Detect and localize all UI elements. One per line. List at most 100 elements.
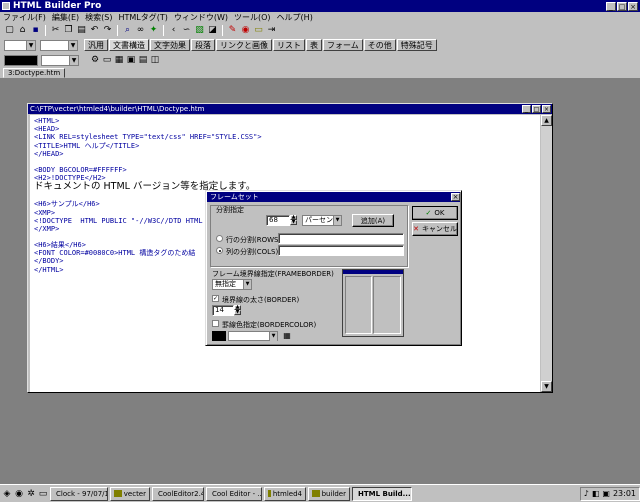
paste-icon[interactable]: ▤: [76, 25, 87, 36]
taskbar-button[interactable]: htmled4: [264, 486, 306, 501]
menu-item[interactable]: ファイル(F): [3, 12, 46, 23]
minimize-button[interactable]: _: [606, 1, 616, 11]
exit-icon[interactable]: ⇥: [266, 25, 277, 36]
format-tab[interactable]: リスト: [273, 39, 305, 51]
taskbar-button[interactable]: HTML Build...: [352, 486, 412, 501]
copy-icon[interactable]: ❐: [63, 25, 74, 36]
frame-icon[interactable]: ▭: [102, 55, 112, 65]
dialog-close-button[interactable]: ×: [451, 193, 460, 201]
preview-title-bar: [343, 270, 403, 274]
bordercolor-checkbox[interactable]: [212, 320, 219, 327]
cols-input[interactable]: [278, 245, 404, 256]
menu-item[interactable]: ウィンドウ(W): [174, 12, 228, 23]
find-icon[interactable]: ⌕: [122, 25, 133, 36]
app-mini-icon: [114, 490, 122, 497]
chevron-down-icon: ▼: [69, 55, 78, 65]
menu-item[interactable]: ツール(O): [234, 12, 271, 23]
taskbar-button[interactable]: builder: [308, 486, 350, 501]
taskbar-button[interactable]: CoolEditor2.4: [152, 486, 204, 501]
border-checkbox[interactable]: ✓: [212, 295, 219, 302]
scroll-up-button[interactable]: ▲: [541, 115, 552, 126]
desktop-icon[interactable]: ▭: [38, 489, 48, 499]
vertical-scrollbar[interactable]: ▲ ▼: [541, 115, 552, 392]
paint-icon[interactable]: ✎: [227, 25, 238, 36]
cancel-button[interactable]: ✕ キャンセル: [412, 222, 458, 236]
redo-icon[interactable]: ↷: [102, 25, 113, 36]
font-size-combo[interactable]: ▼: [40, 39, 78, 51]
split-icon[interactable]: ◫: [150, 55, 160, 65]
doc-close-button[interactable]: ×: [542, 105, 551, 113]
menu-item[interactable]: 検索(S): [85, 12, 112, 23]
monitor-icon[interactable]: ▣: [602, 489, 610, 498]
taskbar-button[interactable]: Clock - 97/07/13: [50, 486, 108, 501]
settings-icon[interactable]: ✲: [26, 489, 36, 499]
check-icon: ✓: [425, 209, 432, 217]
color-swatch[interactable]: [4, 54, 38, 66]
border-color-swatch[interactable]: [212, 331, 226, 341]
save-icon[interactable]: ▪: [30, 25, 41, 36]
speaker-icon[interactable]: ♪: [584, 489, 589, 498]
doc-maximize-button[interactable]: □: [532, 105, 541, 113]
open-folder-icon[interactable]: ⌂: [17, 25, 28, 36]
main-toolbar: ▢ ⌂ ▪ ✂ ❐ ▤ ↶ ↷ ⌕ ∞ ✦ ‹ ∽ ▧ ◪ ✎ ◉ ▭ ⇥: [0, 23, 640, 37]
unit-dropdown[interactable]: パーセント ▼: [302, 215, 342, 226]
new-file-icon[interactable]: ▢: [4, 25, 15, 36]
globe-icon[interactable]: ◉: [14, 489, 24, 499]
link-icon[interactable]: ∽: [181, 25, 192, 36]
binoculars-icon[interactable]: ∞: [135, 25, 146, 36]
window-icon[interactable]: ▤: [138, 55, 148, 65]
split-value-input[interactable]: 68: [266, 215, 290, 226]
format-tab[interactable]: 汎用: [84, 39, 108, 51]
bordercolor-dropdown[interactable]: ▼: [228, 331, 278, 341]
cols-radio[interactable]: [216, 247, 223, 254]
network-icon[interactable]: ◧: [592, 489, 600, 498]
taskbar-button[interactable]: Cool Editor - ...: [206, 486, 262, 501]
add-button[interactable]: 追加(A): [352, 214, 394, 227]
format-tab[interactable]: その他: [363, 39, 396, 51]
table-icon[interactable]: ▦: [114, 55, 124, 65]
document-title-bar[interactable]: C:\FTP\vecter\htmled4\builder\HTML\Docty…: [28, 104, 552, 114]
format-tab[interactable]: 文字効果: [150, 39, 190, 51]
close-button[interactable]: ×: [628, 1, 638, 11]
rows-radio[interactable]: [216, 235, 223, 242]
taskbar-button[interactable]: vecter: [110, 486, 150, 501]
format-tab[interactable]: フォーム: [323, 39, 363, 51]
start-icon[interactable]: ◈: [2, 489, 12, 499]
palette-icon[interactable]: ▦: [282, 331, 292, 341]
format-tab[interactable]: 表: [306, 39, 322, 51]
html-icon[interactable]: ◪: [207, 25, 218, 36]
undo-icon[interactable]: ↶: [89, 25, 100, 36]
border-width-input[interactable]: 14: [212, 305, 234, 316]
wand-icon[interactable]: ✦: [148, 25, 159, 36]
frameset-icon[interactable]: ▣: [126, 55, 136, 65]
dialog-title-bar[interactable]: フレームセット ×: [207, 192, 460, 202]
border-spinner[interactable]: ▲ ▼: [234, 305, 241, 316]
menu-item[interactable]: 編集(E): [52, 12, 79, 23]
format-tab[interactable]: リンクと画像: [216, 39, 272, 51]
ok-button[interactable]: ✓ OK: [412, 206, 458, 220]
folder-icon[interactable]: ▭: [253, 25, 264, 36]
chevron-down-icon: ▼: [26, 40, 35, 50]
gear-icon[interactable]: ⚙: [90, 55, 100, 65]
tag-icon[interactable]: ‹: [168, 25, 179, 36]
toolbar-separator: [117, 24, 118, 36]
color-combo[interactable]: ▼: [41, 54, 79, 66]
maximize-button[interactable]: □: [617, 1, 627, 11]
app-title-bar[interactable]: HTML Builder Pro _ □ ×: [0, 0, 640, 12]
rows-input[interactable]: [278, 233, 404, 244]
menu-item[interactable]: ヘルプ(H): [277, 12, 313, 23]
scroll-down-button[interactable]: ▼: [541, 381, 552, 392]
frameborder-dropdown[interactable]: 無指定 ▼: [212, 279, 252, 290]
cut-icon[interactable]: ✂: [50, 25, 61, 36]
frame-preview: [342, 269, 404, 337]
image-icon[interactable]: ▧: [194, 25, 205, 36]
document-tab[interactable]: 3:Doctype.htm: [3, 68, 66, 78]
format-tab[interactable]: 特殊記号: [396, 39, 437, 51]
split-spinner[interactable]: ▲ ▼: [290, 215, 297, 226]
menu-item[interactable]: HTMLタグ(T): [118, 12, 167, 23]
doc-minimize-button[interactable]: _: [522, 105, 531, 113]
browser-icon[interactable]: ◉: [240, 25, 251, 36]
heading-combo[interactable]: ▼: [4, 39, 36, 51]
format-tab[interactable]: 段落: [191, 39, 215, 51]
format-tab[interactable]: 文書構造: [109, 39, 149, 51]
